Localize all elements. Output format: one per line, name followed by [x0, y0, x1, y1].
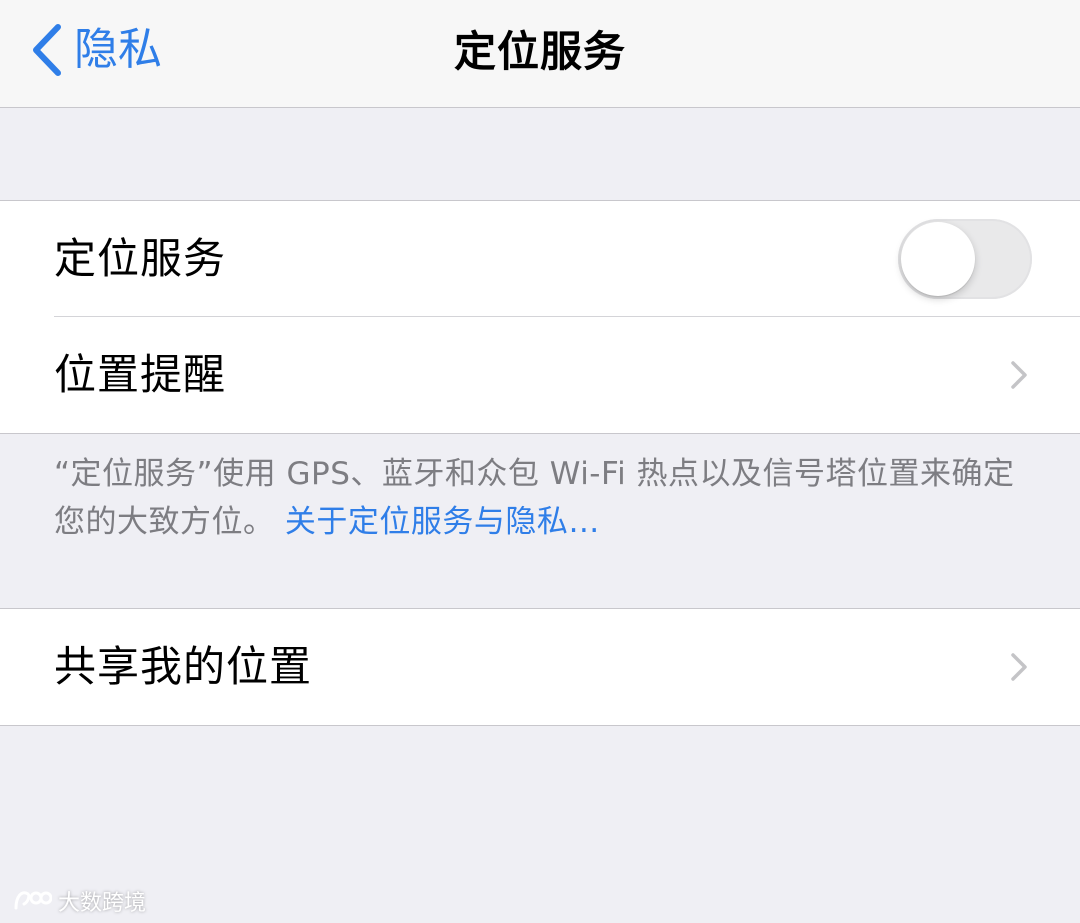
watermark: 大数跨境: [12, 885, 146, 917]
location-services-row: 定位服务: [0, 201, 1080, 317]
share-my-location-label: 共享我的位置: [54, 642, 313, 691]
location-services-toggle[interactable]: [898, 219, 1032, 299]
chevron-right-icon: [1011, 653, 1027, 681]
chevron-right-icon: [1011, 361, 1027, 389]
share-my-location-row[interactable]: 共享我的位置: [0, 609, 1080, 725]
navigation-bar: 隐私 定位服务: [0, 0, 1080, 108]
share-location-group: 共享我的位置: [0, 608, 1080, 726]
location-settings-group: 定位服务 位置提醒: [0, 200, 1080, 434]
privacy-link[interactable]: 关于定位服务与隐私…: [285, 504, 600, 540]
location-alerts-row[interactable]: 位置提醒: [0, 317, 1080, 433]
page-title: 定位服务: [453, 27, 626, 76]
watermark-text: 大数跨境: [58, 891, 147, 916]
location-services-description: “定位服务”使用 GPS、蓝牙和众包 Wi-Fi 热点以及信号塔位置来确定您的大…: [54, 450, 1044, 546]
toggle-knob: [901, 222, 975, 296]
location-alerts-label: 位置提醒: [54, 350, 227, 399]
brand-logo-icon: [14, 891, 52, 910]
location-services-label: 定位服务: [54, 234, 227, 283]
